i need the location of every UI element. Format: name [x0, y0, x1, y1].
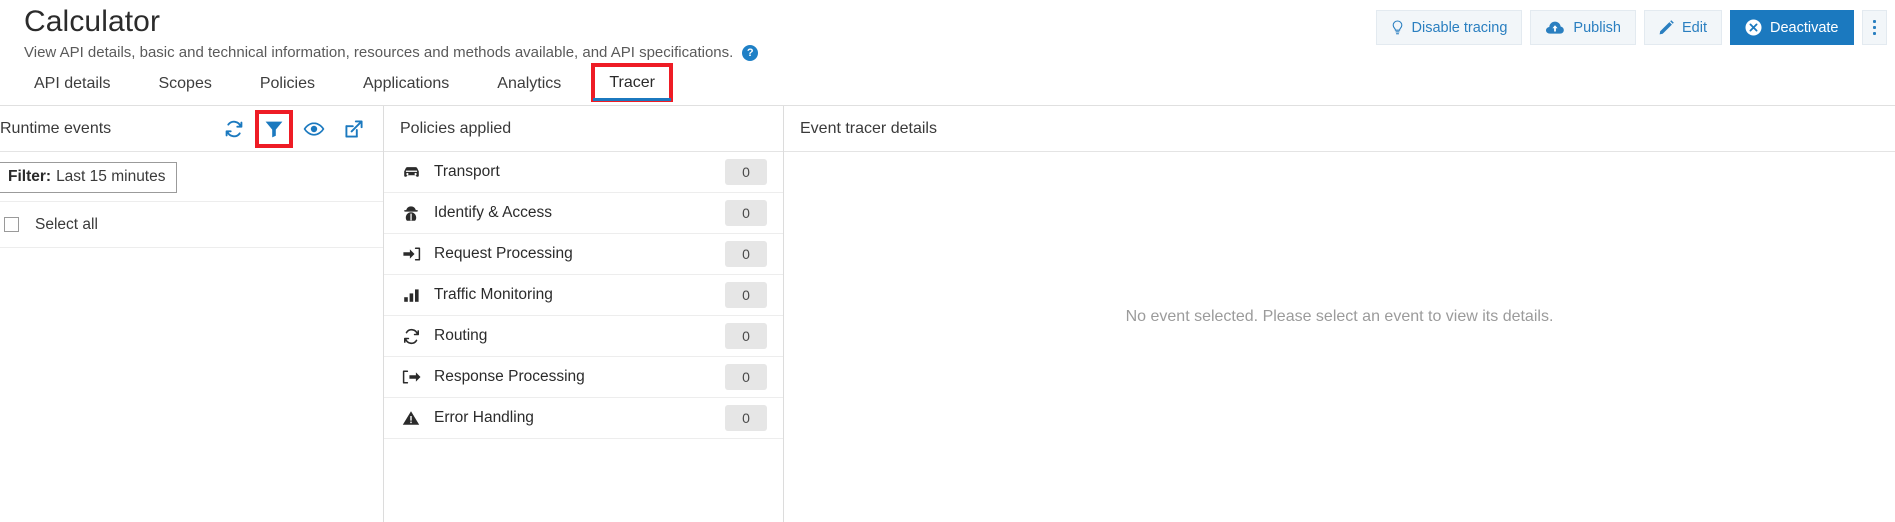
publish-button[interactable]: Publish [1530, 10, 1636, 45]
close-circle-icon [1745, 19, 1762, 36]
deactivate-label: Deactivate [1769, 19, 1839, 36]
policy-row-routing[interactable]: Routing 0 [384, 316, 783, 357]
tab-policies-label: Policies [259, 74, 315, 92]
tab-tracer[interactable]: Tracer [591, 63, 673, 102]
tab-api-details[interactable]: API details [10, 62, 134, 105]
policy-row-transport[interactable]: Transport 0 [384, 152, 783, 193]
policy-row-response-processing[interactable]: Response Processing 0 [384, 357, 783, 398]
policy-count: 0 [725, 364, 767, 390]
tab-analytics-label: Analytics [497, 74, 562, 92]
tracer-body: Runtime events Filter: Last 15 minutes S… [0, 106, 1895, 522]
tracer-page: Calculator View API details, basic and t… [0, 0, 1895, 522]
cloud-upload-icon [1545, 20, 1565, 36]
page-subtitle: View API details, basic and technical in… [24, 44, 734, 61]
tab-scopes[interactable]: Scopes [134, 62, 235, 105]
pencil-icon [1659, 20, 1674, 35]
more-actions-button[interactable] [1861, 10, 1887, 45]
policy-count: 0 [725, 323, 767, 349]
refresh-icon [400, 327, 422, 346]
policy-row-identify-access[interactable]: Identify & Access 0 [384, 193, 783, 234]
edit-button[interactable]: Edit [1643, 10, 1722, 45]
policy-label: Error Handling [434, 409, 534, 426]
tab-applications[interactable]: Applications [339, 62, 473, 105]
policies-applied-panel: Policies applied Transport 0 Identify & … [384, 106, 784, 522]
policy-row-error-handling[interactable]: Error Handling 0 [384, 398, 783, 439]
external-link-icon[interactable] [341, 116, 367, 142]
disable-tracing-label: Disable tracing [1411, 19, 1508, 36]
kebab-menu-icon [1872, 19, 1876, 36]
arrow-out-icon [400, 369, 422, 385]
policy-label: Routing [434, 327, 488, 344]
deactivate-button[interactable]: Deactivate [1729, 10, 1854, 45]
tab-scopes-label: Scopes [158, 74, 212, 92]
tab-bar: API details Scopes Policies Applications… [0, 62, 1895, 106]
policy-label: Identify & Access [434, 204, 553, 221]
disable-tracing-button[interactable]: Disable tracing [1375, 10, 1523, 45]
policy-count: 0 [725, 405, 767, 431]
runtime-events-toolbar [221, 109, 367, 148]
tab-applications-label: Applications [363, 74, 450, 92]
policy-count: 0 [725, 159, 767, 185]
warning-icon [400, 410, 422, 426]
event-tracer-details-title: Event tracer details [800, 119, 937, 137]
select-all-row[interactable]: Select all [0, 202, 383, 248]
policy-label: Request Processing [434, 245, 573, 262]
policy-count: 0 [725, 200, 767, 226]
bar-chart-icon [400, 288, 422, 303]
runtime-events-header: Runtime events [0, 106, 383, 152]
publish-label: Publish [1573, 19, 1621, 36]
event-tracer-empty-message: No event selected. Please select an even… [1125, 308, 1554, 325]
page-header: Calculator View API details, basic and t… [0, 0, 1895, 62]
policies-applied-header: Policies applied [384, 106, 783, 152]
header-actions: Disable tracing Publish Edit Deactivate [1375, 10, 1887, 45]
help-circle-icon[interactable]: ? [742, 45, 759, 61]
event-tracer-details-panel: Event tracer details No event selected. … [784, 106, 1895, 522]
arrow-in-icon [400, 246, 422, 262]
policy-row-request-processing[interactable]: Request Processing 0 [384, 234, 783, 275]
tab-analytics[interactable]: Analytics [473, 62, 585, 105]
runtime-events-title: Runtime events [0, 119, 112, 137]
tab-tracer-label: Tracer [609, 73, 655, 91]
filter-icon[interactable] [255, 109, 293, 148]
policies-applied-title: Policies applied [400, 119, 512, 137]
policy-label: Transport [434, 163, 500, 180]
policy-label: Traffic Monitoring [434, 286, 553, 303]
select-all-label: Select all [35, 215, 98, 233]
filter-chip-prefix: Filter: [8, 168, 52, 185]
runtime-events-panel: Runtime events Filter: Last 15 minutes S… [0, 106, 384, 522]
select-all-checkbox[interactable] [4, 217, 19, 232]
refresh-icon[interactable] [221, 116, 247, 142]
bulb-icon [1391, 19, 1404, 36]
filter-chip[interactable]: Filter: Last 15 minutes [0, 162, 177, 193]
tab-policies[interactable]: Policies [236, 62, 339, 105]
eye-icon[interactable] [301, 116, 327, 142]
policy-row-traffic-monitoring[interactable]: Traffic Monitoring 0 [384, 275, 783, 316]
car-icon [400, 165, 422, 180]
filter-chip-value: Last 15 minutes [56, 168, 166, 185]
filter-row: Filter: Last 15 minutes [0, 152, 383, 202]
policy-count: 0 [725, 282, 767, 308]
edit-label: Edit [1681, 19, 1707, 36]
policy-count: 0 [725, 241, 767, 267]
page-subtitle-row: View API details, basic and technical in… [24, 43, 1895, 63]
detective-icon [400, 205, 422, 222]
policy-label: Response Processing [434, 368, 585, 385]
event-tracer-details-header: Event tracer details [784, 106, 1895, 152]
tab-api-details-label: API details [34, 74, 111, 92]
